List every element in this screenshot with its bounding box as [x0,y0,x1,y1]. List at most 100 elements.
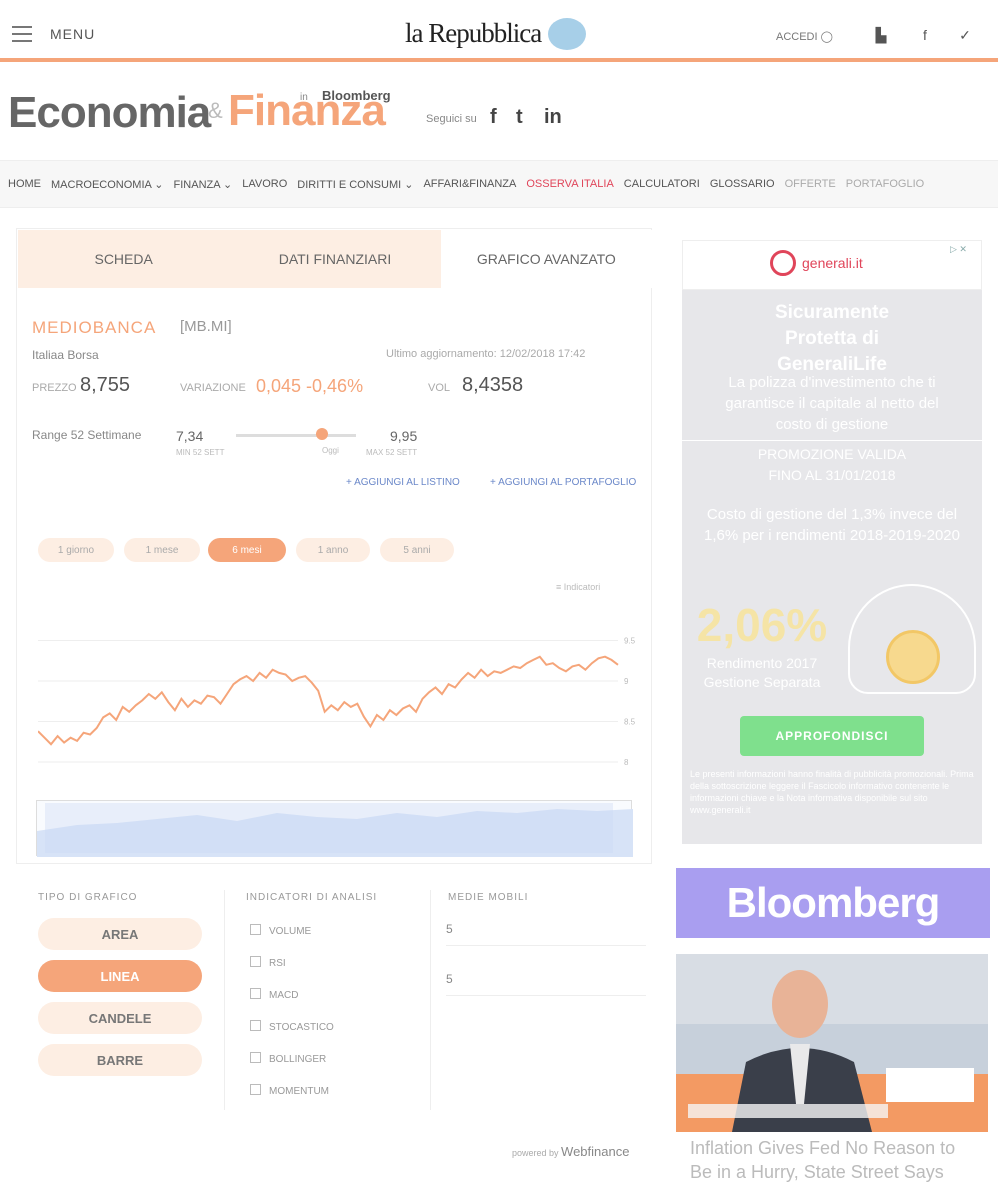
brand-ampersand: & [208,98,223,123]
period-1-mese[interactable]: 1 mese [124,538,200,562]
section-nav: HOME MACROECONOMIA ⌄ FINANZA ⌄ LAVORO DI… [0,160,998,208]
facebook-icon[interactable]: f [918,28,932,42]
nav-affari-finanza[interactable]: AFFARI&FINANZA [423,178,516,190]
media-mobile-1[interactable]: 5 [446,908,646,946]
add-to-portafoglio-link[interactable]: + AGGIUNGI AL PORTAFOGLIO [490,477,636,488]
euro-coin-icon [886,630,940,684]
variazione-label: VARIAZIONE [180,382,246,394]
divider [430,890,431,1110]
generali-logo: generali.it [770,248,920,278]
nav-diritti-consumi[interactable]: DIRITTI E CONSUMI ⌄ [297,178,413,191]
range-slider [236,434,356,437]
period-5-anni[interactable]: 5 anni [380,538,454,562]
stock-code: [MB.MI] [180,318,232,335]
y-tick-label: 8.5 [624,718,636,727]
price-chart[interactable]: 8 8.5 9 9.5 [38,570,636,780]
ad-choices-icon[interactable]: ▷ ✕ [950,244,967,255]
tab-scheda[interactable]: SCHEDA [18,230,230,288]
linkedin-icon[interactable]: in [544,106,562,129]
range-today-label: Oggi [322,446,339,455]
nav-home[interactable]: HOME [8,178,41,190]
prezzo-value: 8,755 [80,374,131,396]
range-min: 7,34 [176,428,204,444]
y-tick-label: 8 [624,758,629,767]
powered-by: powered by Webfinance [512,1144,630,1159]
facebook-icon[interactable]: f [490,106,497,129]
webfinance-logo: Webfinance [561,1144,630,1159]
nav-osserva-italia[interactable]: OSSERVA ITALIA [526,178,613,190]
twitter-icon[interactable]: t [516,106,523,129]
ad-fine-print: Le presenti informazioni hanno finalità … [690,769,974,815]
chart-type-area[interactable]: AREA [38,918,202,950]
ad-percent: 2,06% [696,599,828,651]
chart-type-title: TIPO DI GRAFICO [38,892,138,903]
nav-calcolatori[interactable]: CALCULATORI [624,178,700,190]
accedi-link[interactable]: ACCEDI ◯ [776,30,833,43]
chart-type-barre[interactable]: BARRE [38,1044,202,1076]
range-max: 9,95 [390,428,418,444]
logo-badge-icon [548,18,586,50]
ad-cost: Costo di gestione del 1,3% invece del 1,… [703,506,960,544]
generali-logo-icon [770,250,796,276]
indicator-volume[interactable]: VOLUME [250,924,311,937]
indicator-macd[interactable]: MACD [250,988,298,1001]
media-mobile-2[interactable]: 5 [446,958,646,996]
ad-promo: PROMOZIONE VALIDA FINO AL 31/01/2018 [757,446,907,483]
period-1-giorno[interactable]: 1 giorno [38,538,114,562]
range-min-label: MIN 52 SETT [176,448,225,457]
tab-grafico-avanzato[interactable]: GRAFICO AVANZATO [440,230,652,288]
nav-finanza[interactable]: FINANZA ⌄ [174,178,233,191]
seguici-label: Seguici su [426,113,477,125]
brand-economia[interactable]: Economia [8,88,211,138]
vol-value: 8,4358 [462,374,524,396]
tab-dati-finanziari[interactable]: DATI FINANZIARI [229,230,441,288]
prezzo-label: PREZZO [32,382,77,394]
nav-portafoglio[interactable]: PORTAFOGLIO [846,178,924,190]
range-label: Range 52 Settimane [32,428,142,442]
chart-type-linea[interactable]: LINEA [38,960,202,992]
video-frame [676,954,988,1132]
nav-offerte[interactable]: OFFERTE [785,178,836,190]
period-6-mesi[interactable]: 6 mesi [208,538,286,562]
ad-headline: Sicuramente Protetta di GeneraliLife [774,302,890,375]
hamburger-menu-icon[interactable] [12,26,32,42]
nav-glossario[interactable]: GLOSSARIO [710,178,775,190]
brand-in-label: in [300,92,308,103]
divider [224,890,225,1110]
y-tick-label: 9.5 [624,637,636,646]
medie-title: MEDIE MOBILI [448,892,529,903]
y-tick-label: 9 [624,677,629,686]
stock-market: Italiaa Borsa [32,348,99,362]
period-1-anno[interactable]: 1 anno [296,538,370,562]
last-update: Ultimo aggiornamento: 12/02/2018 17:42 [386,348,586,360]
indicator-momentum[interactable]: MOMENTUM [250,1084,329,1097]
vol-label: VOL [428,382,451,394]
ad-divider [682,440,982,441]
navigator-area [37,803,633,857]
indicator-bollinger[interactable]: BOLLINGER [250,1052,326,1065]
video-thumbnail[interactable] [676,954,988,1132]
add-to-listino-link[interactable]: + AGGIUNGI AL LISTINO [346,477,460,488]
bloomberg-banner[interactable]: Bloomberg [676,868,990,938]
ad-percent-caption: Rendimento 2017 Gestione Separata [703,655,821,690]
shopping-bag-icon[interactable]: ▙ [874,28,888,42]
approfondisci-button[interactable]: APPROFONDISCI [740,716,924,756]
twitter-icon[interactable]: ✓ [958,28,972,42]
nav-macroeconomia[interactable]: MACROECONOMIA ⌄ [51,178,164,191]
indicator-stocastico[interactable]: STOCASTICO [250,1020,334,1033]
stock-name: MEDIOBANCA [32,318,157,337]
price-line [38,655,619,746]
menu-label[interactable]: MENU [50,26,95,42]
indicator-rsi[interactable]: RSI [250,956,286,969]
ad-body: La polizza d'investimento che ti garanti… [725,374,939,433]
variazione-value: 0,045 -0,46% [256,376,364,396]
stock-tabs: SCHEDA DATI FINANZIARI GRAFICO AVANZATO [18,230,652,288]
nav-lavoro[interactable]: LAVORO [242,178,287,190]
video-title[interactable]: Inflation Gives Fed No Reason to Be in a… [690,1136,980,1184]
chart-type-candele[interactable]: CANDELE [38,1002,202,1034]
repubblica-logo[interactable]: la Repubblica [405,18,542,49]
range-max-label: MAX 52 SETT [366,448,418,457]
brand-bloomberg: Bloomberg [322,88,391,103]
chart-navigator[interactable] [36,800,633,857]
user-icon: ◯ [820,31,833,43]
